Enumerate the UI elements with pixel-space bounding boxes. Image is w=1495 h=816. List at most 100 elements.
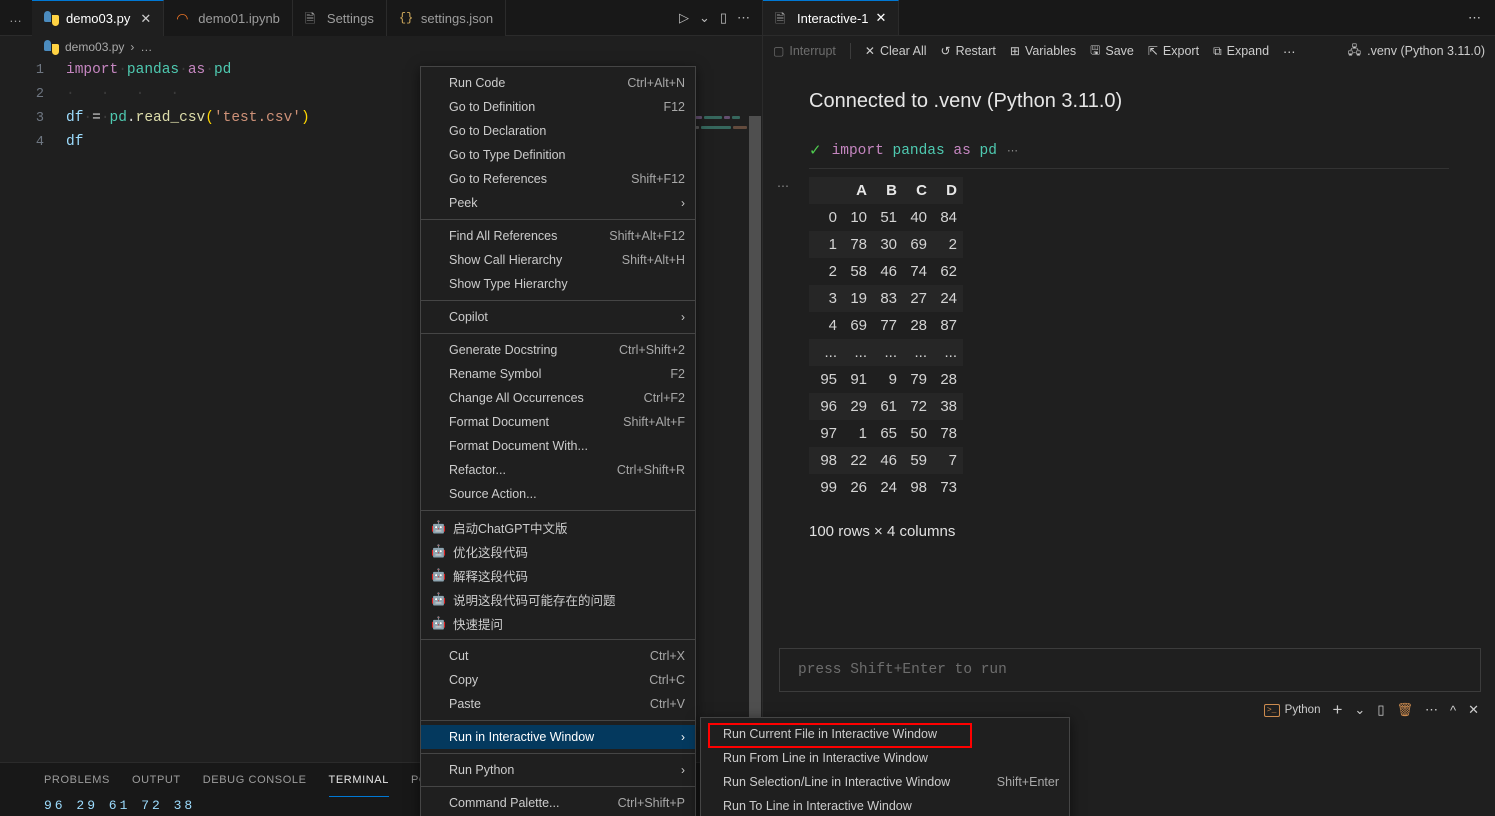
kernel-selector[interactable]: 🖧 .venv (Python 3.11.0) xyxy=(1348,41,1485,62)
editor-vertical-scrollbar[interactable] xyxy=(749,116,761,802)
menu-item-说明这段代码可能存在的问题[interactable]: 🤖 说明这段代码可能存在的问题 xyxy=(421,587,695,611)
table-cell: 98 xyxy=(910,479,927,496)
menu-item-label: Format Document xyxy=(449,415,550,429)
menu-item-启动chatgpt中文版[interactable]: 🤖 启动ChatGPT中文版 xyxy=(421,515,695,539)
table-cell: 69 xyxy=(903,231,933,258)
menu-item-generate-docstring[interactable]: Generate Docstring Ctrl+Shift+2 xyxy=(421,338,695,362)
restart-button[interactable]: ↺ Restart xyxy=(941,44,996,58)
more-actions-icon[interactable]: ⋯ xyxy=(1425,702,1438,718)
menu-item-run-python[interactable]: Run Python › xyxy=(421,758,695,782)
interactive-tab-more[interactable]: ⋯ xyxy=(1454,0,1495,35)
terminal-kind-python[interactable]: >_ Python xyxy=(1263,703,1320,717)
close-icon[interactable]: ✕ xyxy=(140,11,151,27)
menu-item-rename-symbol[interactable]: Rename Symbol F2 xyxy=(421,362,695,386)
tab-demo03-py[interactable]: demo03.py ✕ xyxy=(32,0,165,36)
menu-item-copy[interactable]: Copy Ctrl+C xyxy=(421,668,695,692)
menu-item-copilot[interactable]: Copilot › xyxy=(421,305,695,329)
panel-tab-output[interactable]: OUTPUT xyxy=(132,763,181,797)
python-icon xyxy=(44,11,59,26)
tabbar-overflow-dots[interactable]: … xyxy=(0,0,32,35)
cell-trailing-dots[interactable]: ⋯ xyxy=(1007,144,1018,158)
save-button[interactable]: 🖫 Save xyxy=(1090,41,1134,62)
expand-button[interactable]: ⧉ Expand xyxy=(1213,44,1269,59)
interrupt-button-label: Interrupt xyxy=(789,44,836,58)
menu-item-run-code[interactable]: Run Code Ctrl+Alt+N xyxy=(421,71,695,95)
clear-all-button-label: Clear All xyxy=(879,44,927,58)
column-header: B xyxy=(873,177,903,204)
menu-item-go-to-definition[interactable]: Go to Definition F12 xyxy=(421,95,695,119)
chevron-up-icon[interactable]: ^ xyxy=(1450,703,1456,718)
menu-item-label: Run Current File in Interactive Window xyxy=(723,727,937,741)
trash-icon[interactable]: 🗑 xyxy=(1396,702,1413,718)
export-button[interactable]: ⇱ Export xyxy=(1148,44,1199,58)
chevron-down-icon[interactable]: ⌄ xyxy=(699,10,710,26)
submenu-item-run-selection-line-in-interactive-window[interactable]: Run Selection/Line in Interactive Window… xyxy=(701,770,1069,794)
split-terminal-icon[interactable]: ▯ xyxy=(1377,702,1384,718)
menu-item-优化这段代码[interactable]: 🤖 优化这段代码 xyxy=(421,539,695,563)
menu-item-go-to-references[interactable]: Go to References Shift+F12 xyxy=(421,167,695,191)
menu-item-shortcut: Shift+Alt+F12 xyxy=(609,229,685,243)
table-cell: 78 xyxy=(843,231,873,258)
tab-label: settings.json xyxy=(420,10,494,26)
menu-item-label: 说明这段代码可能存在的问题 xyxy=(452,593,616,608)
cell-input-row[interactable]: ✓ import pandas as pd ⋯ xyxy=(763,141,1495,161)
tab-settings-json[interactable]: {} settings.json xyxy=(386,0,507,36)
more-actions-button[interactable]: ⋯ xyxy=(1283,44,1296,59)
menu-item-source-action[interactable]: Source Action... xyxy=(421,482,695,506)
submenu-item-run-from-line-in-interactive-window[interactable]: Run From Line in Interactive Window xyxy=(701,746,1069,770)
run-icon[interactable]: ▷ xyxy=(679,10,689,26)
menu-item-peek[interactable]: Peek › xyxy=(421,191,695,215)
tab-interactive-1[interactable]: 🗎 Interactive-1 ✕ xyxy=(763,0,900,35)
table-cell: 65 xyxy=(880,425,897,442)
breadcrumb-file[interactable]: demo03.py xyxy=(65,40,124,54)
menu-item-refactor[interactable]: Refactor... Ctrl+Shift+R xyxy=(421,458,695,482)
breadcrumb-separator: › xyxy=(130,40,135,54)
python-icon xyxy=(44,39,59,55)
more-actions-icon[interactable]: ⋯ xyxy=(737,10,750,26)
tab-settings[interactable]: 🗎 Settings xyxy=(292,0,387,36)
variables-button[interactable]: ⊞ Variables xyxy=(1010,44,1076,58)
menu-item-run-in-interactive-window[interactable]: Run in Interactive Window › xyxy=(421,725,695,749)
cell-divider xyxy=(809,168,1449,169)
submenu-item-run-current-file-in-interactive-window[interactable]: Run Current File in Interactive Window xyxy=(701,722,1069,746)
plus-icon[interactable]: + xyxy=(1332,700,1342,720)
chevron-right-icon: › xyxy=(681,730,685,744)
interactive-code-input[interactable]: press Shift+Enter to run xyxy=(779,648,1481,692)
menu-separator xyxy=(421,333,695,334)
menu-item-format-document[interactable]: Format Document Shift+Alt+F xyxy=(421,410,695,434)
close-icon[interactable]: ✕ xyxy=(876,10,887,26)
editor-context-menu[interactable]: Run Code Ctrl+Alt+N Go to Definition F12 Go … xyxy=(420,66,696,816)
line-number: 2 xyxy=(35,86,44,102)
menu-item-show-type-hierarchy[interactable]: Show Type Hierarchy xyxy=(421,272,695,296)
menu-item-paste[interactable]: Paste Ctrl+V xyxy=(421,692,695,716)
menu-item-快速提问[interactable]: 🤖 快速提问 xyxy=(421,611,695,635)
menu-item-command-palette[interactable]: Command Palette... Ctrl+Shift+P xyxy=(421,791,695,815)
panel-tab-debug-console[interactable]: DEBUG CONSOLE xyxy=(203,763,307,797)
panel-tab-terminal[interactable]: TERMINAL xyxy=(328,763,389,797)
menu-item-go-to-declaration[interactable]: Go to Declaration xyxy=(421,119,695,143)
clear-all-button[interactable]: ✕ Clear All xyxy=(865,44,927,58)
menu-item-label: Generate Docstring xyxy=(449,343,558,357)
table-row: ............... xyxy=(809,339,963,366)
submenu-item-run-to-line-in-interactive-window[interactable]: Run To Line in Interactive Window xyxy=(701,794,1069,816)
interactive-input-wrap: press Shift+Enter to run xyxy=(779,648,1481,692)
scrollbar-thumb[interactable] xyxy=(749,116,761,756)
menu-item-change-all-occurrences[interactable]: Change All Occurrences Ctrl+F2 xyxy=(421,386,695,410)
menu-item-go-to-type-definition[interactable]: Go to Type Definition xyxy=(421,143,695,167)
breadcrumb-trail[interactable]: … xyxy=(140,40,152,54)
tab-demo01-ipynb[interactable]: ◠ demo01.ipynb xyxy=(164,0,293,36)
breadcrumb[interactable]: demo03.py › … xyxy=(0,36,762,58)
menu-item-format-document-with[interactable]: Format Document With... xyxy=(421,434,695,458)
panel-tab-problems[interactable]: PROBLEMS xyxy=(44,763,110,797)
menu-item-find-all-references[interactable]: Find All References Shift+Alt+F12 xyxy=(421,224,695,248)
run-in-interactive-window-submenu[interactable]: Run Current File in Interactive Window Ru… xyxy=(700,717,1070,816)
menu-item-解释这段代码[interactable]: 🤖 解释这段代码 xyxy=(421,563,695,587)
split-editor-icon[interactable]: ▯ xyxy=(720,10,727,26)
chevron-down-icon[interactable]: ⌄ xyxy=(1354,702,1365,718)
menu-item-cut[interactable]: Cut Ctrl+X xyxy=(421,644,695,668)
interrupt-button[interactable]: ▢ Interrupt xyxy=(773,44,836,58)
close-icon[interactable]: ✕ xyxy=(1468,702,1479,718)
cell-more-actions[interactable]: ⋯ xyxy=(777,179,790,193)
tab-label: Interactive-1 xyxy=(797,10,869,26)
menu-item-show-call-hierarchy[interactable]: Show Call Hierarchy Shift+Alt+H xyxy=(421,248,695,272)
